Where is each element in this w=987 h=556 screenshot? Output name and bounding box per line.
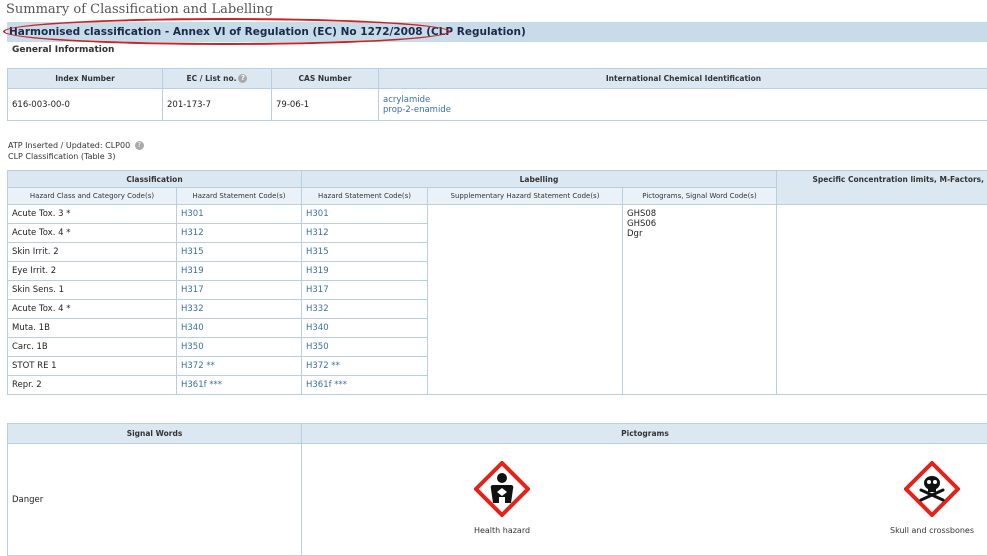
hazard-statement-link[interactable]: H372 **	[302, 357, 428, 376]
general-info-table: Index Number EC / List no.? CAS Number I…	[7, 68, 987, 121]
table-row: 616-003-00-0 201-173-7 79-06-1 acrylamid…	[8, 89, 987, 121]
hazard-statement-link[interactable]: H332	[302, 300, 428, 319]
scl-group-header: Specific Concentration limits, M-Factors…	[777, 171, 987, 205]
classification-group-header: Classification	[8, 171, 302, 188]
col-index-number: Index Number	[8, 69, 163, 89]
col-chemical-identification: International Chemical Identification	[379, 69, 987, 89]
col-signal-words: Signal Words	[8, 424, 302, 444]
hazard-statement-link[interactable]: H301	[177, 205, 302, 224]
hazard-statement-link[interactable]: H315	[302, 243, 428, 262]
hazard-statement-link[interactable]: H340	[177, 319, 302, 338]
scl-cell	[777, 205, 987, 395]
ec-number-value: 201-173-7	[163, 89, 272, 121]
hazard-class-cell: Carc. 1B	[8, 338, 177, 357]
hazard-statement-link[interactable]: H372 **	[177, 357, 302, 376]
classification-table: Classification Labelling Specific Concen…	[7, 170, 987, 395]
clp-classification-label: CLP Classification (Table 3)	[8, 152, 115, 161]
signal-word-value: Danger	[8, 444, 302, 556]
labelling-group-header: Labelling	[302, 171, 777, 188]
pictogram-code: GHS08	[627, 209, 772, 219]
hazard-statement-link[interactable]: H350	[177, 338, 302, 357]
hazard-statement-link[interactable]: H317	[177, 281, 302, 300]
hazard-class-cell: Acute Tox. 4 *	[8, 224, 177, 243]
section-header-bar: Harmonised classification - Annex VI of …	[7, 22, 987, 42]
health-hazard-icon	[474, 461, 530, 517]
hazard-statement-link[interactable]: H350	[302, 338, 428, 357]
hazard-statement-link[interactable]: H319	[302, 262, 428, 281]
hazard-statement-link[interactable]: H312	[302, 224, 428, 243]
hazard-statement-link[interactable]: H332	[177, 300, 302, 319]
col-hazard-statement: Hazard Statement Code(s)	[177, 188, 302, 205]
cas-number-value: 79-06-1	[272, 89, 379, 121]
hazard-class-cell: STOT RE 1	[8, 357, 177, 376]
supplementary-hazard-cell	[428, 205, 623, 395]
pictogram-health-hazard: Health hazard	[447, 461, 557, 535]
hazard-statement-link[interactable]: H317	[302, 281, 428, 300]
signal-word-code: Dgr	[627, 229, 772, 239]
section-title: Harmonised classification - Annex VI of …	[9, 26, 526, 38]
page-title: Summary of Classification and Labelling	[6, 2, 273, 17]
hazard-class-cell: Acute Tox. 4 *	[8, 300, 177, 319]
hazard-statement-link[interactable]: H312	[177, 224, 302, 243]
pictogram-codes-cell: GHS08 GHS06 Dgr	[623, 205, 777, 395]
chemical-name-link[interactable]: prop-2-enamide	[383, 105, 984, 115]
hazard-statement-link[interactable]: H301	[302, 205, 428, 224]
skull-crossbones-icon	[904, 461, 960, 517]
hazard-class-cell: Muta. 1B	[8, 319, 177, 338]
col-hazard-class: Hazard Class and Category Code(s)	[8, 188, 177, 205]
col-cas-number: CAS Number	[272, 69, 379, 89]
table-row: Acute Tox. 3 * H301 H301 GHS08 GHS06 Dgr	[8, 205, 987, 224]
chemical-name-link[interactable]: acrylamide	[383, 95, 984, 105]
hazard-statement-link[interactable]: H315	[177, 243, 302, 262]
pictogram-skull-crossbones: Skull and crossbones	[877, 461, 987, 535]
col-pictograms-signal: Pictograms, Signal Word Code(s)	[623, 188, 777, 205]
atp-label: ATP Inserted / Updated: CLP00 ?	[8, 141, 144, 150]
col-pictograms: Pictograms	[302, 424, 987, 444]
hazard-statement-link[interactable]: H340	[302, 319, 428, 338]
hazard-class-cell: Repr. 2	[8, 376, 177, 395]
hazard-class-cell: Skin Sens. 1	[8, 281, 177, 300]
hazard-statement-link[interactable]: H361f ***	[302, 376, 428, 395]
general-information-heading: General Information	[12, 45, 114, 55]
index-number-value: 616-003-00-0	[8, 89, 163, 121]
pictogram-label: Health hazard	[447, 526, 557, 535]
hazard-statement-link[interactable]: H361f ***	[177, 376, 302, 395]
help-icon[interactable]: ?	[238, 74, 247, 83]
hazard-class-cell: Acute Tox. 3 *	[8, 205, 177, 224]
col-label-hazard-statement: Hazard Statement Code(s)	[302, 188, 428, 205]
hazard-class-cell: Eye Irrit. 2	[8, 262, 177, 281]
hazard-class-cell: Skin Irrit. 2	[8, 243, 177, 262]
help-icon[interactable]: ?	[135, 141, 144, 150]
pictogram-label: Skull and crossbones	[877, 526, 987, 535]
col-ec-list: EC / List no.?	[163, 69, 272, 89]
hazard-statement-link[interactable]: H319	[177, 262, 302, 281]
pictogram-code: GHS06	[627, 219, 772, 229]
col-supplementary-hazard: Supplementary Hazard Statement Code(s)	[428, 188, 623, 205]
